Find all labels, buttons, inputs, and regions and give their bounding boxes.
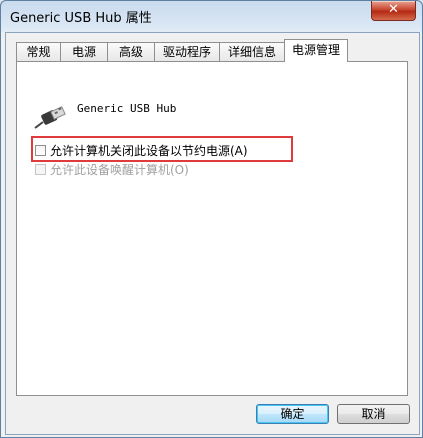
window-title: Generic USB Hub 属性	[10, 11, 152, 26]
allow-power-off-checkbox[interactable]	[35, 145, 46, 156]
close-icon: ✕	[388, 2, 399, 17]
allow-power-off-label[interactable]: 允许计算机关闭此设备以节约电源(A)	[50, 142, 248, 159]
power-management-panel: Generic USB Hub 允许计算机关闭此设备以节约电源(A) 允许此设备…	[16, 61, 408, 396]
dialog-client: 常规 电源 高级 驱动程序 详细信息 电源管理 Generic USB Hub …	[5, 32, 420, 435]
close-button[interactable]: ✕	[371, 1, 416, 21]
device-name: Generic USB Hub	[77, 102, 177, 115]
ok-button[interactable]: 确定	[256, 404, 329, 424]
allow-wake-option: 允许此设备唤醒计算机(O)	[35, 161, 189, 178]
tab-power[interactable]: 电源	[60, 42, 108, 61]
properties-window: Generic USB Hub 属性 ✕ 常规 电源 高级 驱动程序 详细信息 …	[0, 0, 423, 438]
usb-connector-icon	[34, 106, 66, 129]
tab-advanced[interactable]: 高级	[107, 42, 155, 61]
tab-details[interactable]: 详细信息	[219, 42, 285, 61]
title-bar[interactable]: Generic USB Hub 属性 ✕	[1, 1, 422, 32]
cancel-button[interactable]: 取消	[337, 404, 410, 424]
allow-wake-label: 允许此设备唤醒计算机(O)	[50, 163, 189, 177]
tab-driver[interactable]: 驱动程序	[154, 42, 220, 61]
allow-power-off-option[interactable]: 允许计算机关闭此设备以节约电源(A)	[35, 142, 248, 159]
allow-wake-checkbox	[35, 164, 46, 175]
tab-power-management[interactable]: 电源管理	[284, 39, 348, 62]
tab-general[interactable]: 常规	[16, 42, 61, 61]
